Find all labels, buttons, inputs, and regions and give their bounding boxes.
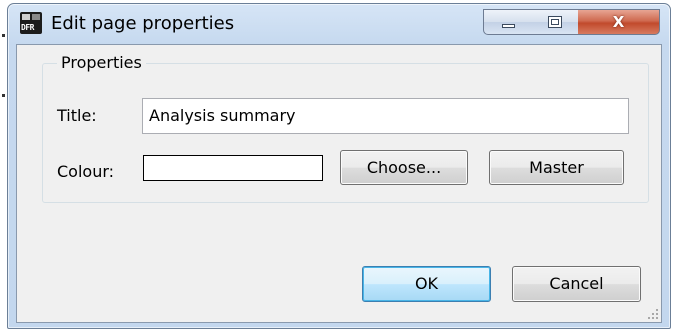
colour-label: Colour: — [57, 162, 115, 181]
title-bar[interactable]: DFR Edit page properties X — [8, 4, 670, 44]
minimize-icon — [502, 24, 515, 28]
app-icon[interactable]: DFR — [20, 12, 42, 34]
title-label: Title: — [57, 106, 97, 125]
close-button[interactable]: X — [578, 9, 660, 35]
ok-button[interactable]: OK — [362, 266, 491, 302]
window-title: Edit page properties — [51, 13, 235, 34]
properties-group-title: Properties — [57, 53, 146, 72]
app-icon-part — [32, 14, 40, 20]
master-button[interactable]: Master — [489, 150, 624, 185]
title-input[interactable]: Analysis summary — [142, 98, 629, 134]
background-dot — [2, 94, 5, 97]
app-icon-text: DFR — [21, 23, 34, 32]
cancel-button[interactable]: Cancel — [512, 266, 641, 302]
maximize-icon — [548, 16, 562, 28]
minimize-button[interactable] — [483, 9, 533, 35]
resize-grip-icon[interactable] — [647, 308, 659, 320]
maximize-button[interactable] — [532, 9, 579, 35]
background-dot — [2, 34, 5, 37]
dialog-window: DFR Edit page properties X Properties Ti… — [7, 3, 671, 329]
close-icon: X — [612, 13, 625, 31]
choose-button[interactable]: Choose... — [340, 150, 468, 185]
app-icon-part — [22, 14, 30, 20]
colour-swatch[interactable] — [143, 155, 323, 181]
dialog-client-area: Properties Title: Analysis summary Colou… — [16, 44, 662, 323]
